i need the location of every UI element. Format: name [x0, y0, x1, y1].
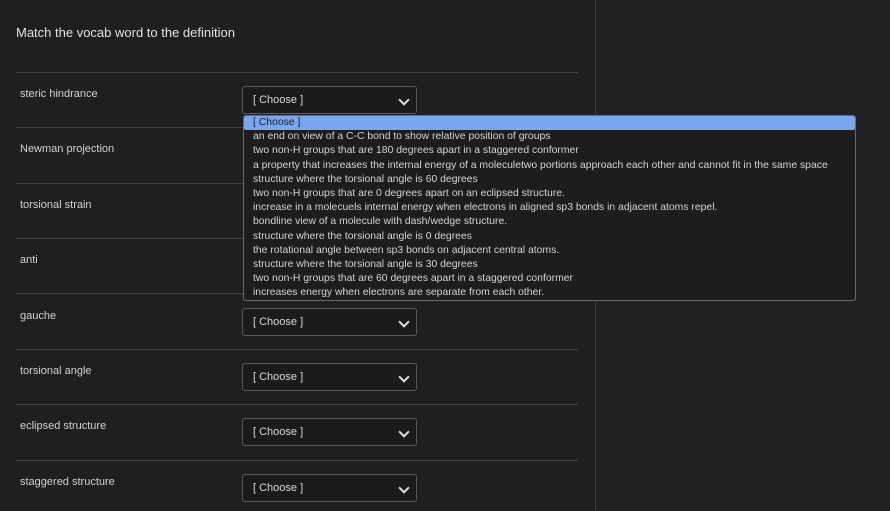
term-eclipsed-structure: eclipsed structure — [20, 420, 107, 432]
select-torsional-angle[interactable]: [ Choose ] — [242, 363, 417, 391]
row-divider — [16, 349, 578, 350]
term-newman-projection: Newman projection — [20, 143, 115, 155]
question-prompt: Match the vocab word to the definition — [16, 25, 235, 40]
chevron-down-icon — [398, 426, 410, 438]
select-value: [ Choose ] — [253, 482, 304, 494]
chevron-down-icon — [398, 316, 410, 328]
dropdown-option[interactable]: bondline view of a molecule with dash/we… — [244, 215, 855, 229]
select-eclipsed-structure[interactable]: [ Choose ] — [242, 418, 417, 446]
select-gauche[interactable]: [ Choose ] — [242, 308, 417, 336]
row-divider — [16, 404, 578, 405]
dropdown-option[interactable]: the rotational angle between sp3 bonds o… — [244, 244, 855, 258]
chevron-down-icon — [398, 371, 410, 383]
select-staggered-structure[interactable]: [ Choose ] — [242, 474, 417, 502]
term-torsional-strain: torsional strain — [20, 199, 92, 211]
dropdown-option[interactable]: structure where the torsional angle is 3… — [244, 258, 855, 272]
term-gauche: gauche — [20, 310, 57, 322]
dropdown-option[interactable]: two non-H groups that are 180 degrees ap… — [244, 144, 855, 158]
dropdown-option[interactable]: an end on view of a C-C bond to show rel… — [244, 130, 855, 144]
row-divider — [16, 72, 578, 73]
dropdown-option[interactable]: increases energy when electrons are sepa… — [244, 286, 855, 300]
select-value: [ Choose ] — [253, 426, 304, 438]
dropdown-option[interactable]: structure where the torsional angle is 6… — [244, 173, 855, 187]
dropdown-option[interactable]: a property that increases the internal e… — [244, 159, 855, 173]
term-staggered-structure: staggered structure — [20, 476, 115, 488]
term-steric-hindrance: steric hindrance — [20, 88, 98, 100]
chevron-down-icon — [398, 94, 410, 106]
select-steric-hindrance[interactable]: [ Choose ] — [242, 86, 417, 114]
select-value: [ Choose ] — [253, 94, 304, 106]
option-choose[interactable]: [ Choose ] — [244, 116, 855, 131]
dropdown-option[interactable]: structure where the torsional angle is 0… — [244, 230, 855, 244]
dropdown-option[interactable]: increase in a molecuels internal energy … — [244, 201, 855, 215]
definition-dropdown-list[interactable]: [ Choose ] an end on view of a C-C bond … — [243, 115, 856, 301]
select-value: [ Choose ] — [253, 371, 304, 383]
row-divider — [16, 460, 578, 461]
select-value: [ Choose ] — [253, 316, 304, 328]
chevron-down-icon — [398, 482, 410, 494]
dropdown-option[interactable]: two non-H groups that are 60 degrees apa… — [244, 272, 855, 286]
dropdown-option[interactable]: two non-H groups that are 0 degrees apar… — [244, 187, 855, 201]
term-anti: anti — [20, 254, 38, 266]
term-torsional-angle: torsional angle — [20, 365, 92, 377]
